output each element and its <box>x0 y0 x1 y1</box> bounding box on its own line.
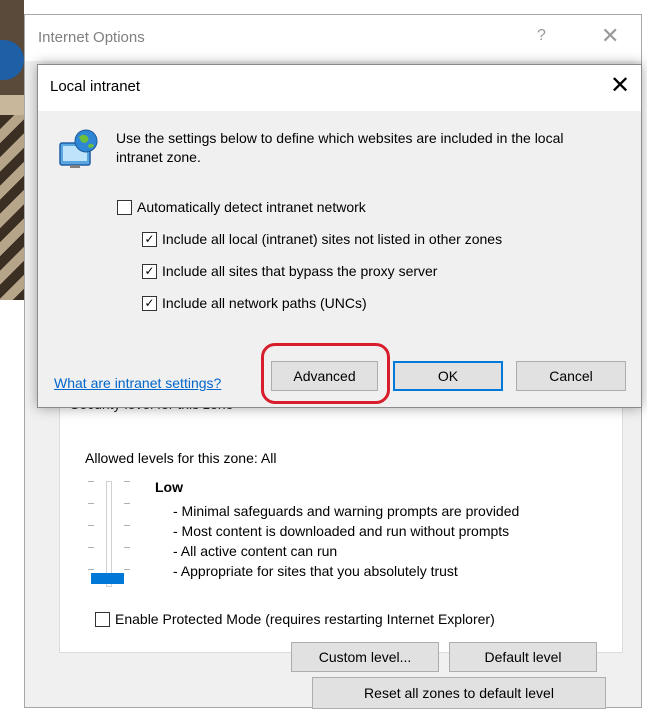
checkbox-row-detect[interactable]: Automatically detect intranet network <box>117 199 366 215</box>
checkbox-row-local-sites[interactable]: ✓ Include all local (intranet) sites not… <box>142 231 502 247</box>
local-intranet-dialog: Local intranet ✕ Use the settings below … <box>37 64 642 408</box>
protected-mode-label: Enable Protected Mode (requires restarti… <box>115 611 495 627</box>
checkbox-bypass-proxy[interactable]: ✓ <box>142 263 157 279</box>
checkbox-row-network-paths[interactable]: ✓ Include all network paths (UNCs) <box>142 295 367 311</box>
security-slider-track[interactable] <box>106 481 112 587</box>
check-mark-icon: ✓ <box>144 232 155 246</box>
level-description-line: - Appropriate for sites that you absolut… <box>173 563 458 579</box>
child-dialog-title: Local intranet <box>50 78 141 95</box>
checkbox-label: Automatically detect intranet network <box>137 199 366 215</box>
description-text: Use the settings below to define which w… <box>116 130 564 165</box>
level-description-line: - All active content can run <box>173 543 338 559</box>
default-level-button[interactable]: Default level <box>449 642 597 672</box>
checkbox-local-sites[interactable]: ✓ <box>142 231 157 247</box>
reset-all-zones-button[interactable]: Reset all zones to default level <box>312 677 606 709</box>
child-titlebar: Local intranet ✕ <box>38 65 641 111</box>
background-browser-strip <box>0 0 24 300</box>
parent-close-button[interactable]: ✕ <box>601 23 619 49</box>
level-description-line: - Minimal safeguards and warning prompts… <box>173 503 520 519</box>
level-name: Low <box>155 479 183 495</box>
annotation-highlight <box>261 343 390 404</box>
security-slider-thumb[interactable] <box>91 573 124 584</box>
check-mark-icon: ✓ <box>144 296 155 310</box>
globe-computer-icon <box>59 129 98 168</box>
checkbox-detect-intranet[interactable] <box>117 199 132 215</box>
custom-level-button[interactable]: Custom level... <box>291 642 439 672</box>
checkbox-label: Include all local (intranet) sites not l… <box>162 231 503 247</box>
slider-ticks-right <box>124 481 130 591</box>
level-description: - Minimal safeguards and warning prompts… <box>173 501 519 581</box>
checkbox-label: Include all network paths (UNCs) <box>162 295 367 311</box>
protected-mode-checkbox[interactable] <box>95 611 110 627</box>
background-lower <box>0 300 24 708</box>
allowed-levels-text: Allowed levels for this zone: All <box>85 450 277 466</box>
security-level-group: Security level for this zone Allowed lev… <box>59 396 623 672</box>
ok-button[interactable]: OK <box>393 361 503 391</box>
help-button[interactable]: ? <box>537 27 546 45</box>
parent-titlebar: Internet Options ? ✕ <box>25 15 641 61</box>
checkbox-label: Include all sites that bypass the proxy … <box>162 263 438 279</box>
cancel-button[interactable]: Cancel <box>516 361 626 391</box>
parent-dialog-title: Internet Options <box>38 29 145 46</box>
intranet-settings-link[interactable]: What are intranet settings? <box>54 375 221 391</box>
check-mark-icon: ✓ <box>144 264 155 278</box>
protected-mode-row[interactable]: Enable Protected Mode (requires restarti… <box>95 611 495 627</box>
level-description-line: - Most content is downloaded and run wit… <box>173 523 510 539</box>
close-icon[interactable]: ✕ <box>610 71 630 100</box>
checkbox-network-paths[interactable]: ✓ <box>142 295 157 311</box>
checkbox-row-bypass-proxy[interactable]: ✓ Include all sites that bypass the prox… <box>142 263 437 279</box>
